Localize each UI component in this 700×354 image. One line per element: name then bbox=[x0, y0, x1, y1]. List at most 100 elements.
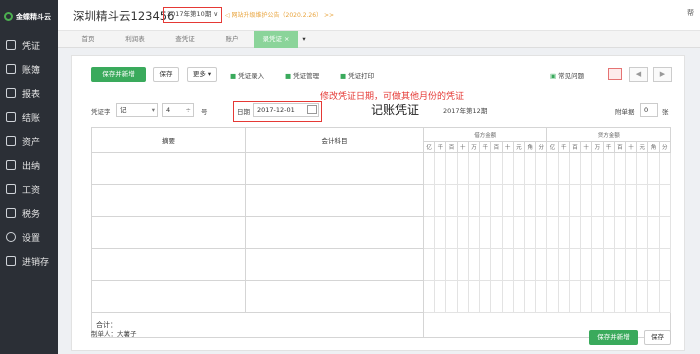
tab-home[interactable]: 首页 bbox=[66, 31, 110, 48]
credit-amount-cell[interactable] bbox=[647, 280, 660, 313]
credit-amount-cell[interactable] bbox=[624, 280, 638, 313]
credit-amount-cell[interactable] bbox=[580, 152, 593, 185]
debit-amount-cell[interactable] bbox=[512, 248, 525, 281]
debit-amount-cell[interactable] bbox=[445, 248, 458, 281]
notice-link[interactable]: ◁ 网站升级维护公告（2020.2.26） >> bbox=[225, 10, 334, 19]
debit-amount-cell[interactable] bbox=[523, 216, 537, 249]
debit-amount-cell[interactable] bbox=[456, 184, 469, 217]
debit-amount-cell[interactable] bbox=[512, 152, 525, 185]
credit-amount-cell[interactable] bbox=[613, 280, 626, 313]
debit-amount-cell[interactable] bbox=[434, 216, 447, 249]
credit-amount-cell[interactable] bbox=[568, 216, 582, 249]
credit-amount-cell[interactable] bbox=[602, 216, 615, 249]
debit-amount-cell[interactable] bbox=[479, 184, 492, 217]
debit-amount-cell[interactable] bbox=[422, 184, 436, 217]
debit-amount-cell[interactable] bbox=[535, 280, 548, 313]
credit-amount-cell[interactable] bbox=[557, 184, 570, 217]
debit-amount-cell[interactable] bbox=[434, 184, 447, 217]
debit-amount-cell[interactable] bbox=[512, 216, 525, 249]
credit-amount-cell[interactable] bbox=[624, 248, 638, 281]
debit-amount-cell[interactable] bbox=[479, 216, 492, 249]
credit-amount-cell[interactable] bbox=[580, 248, 593, 281]
credit-amount-cell[interactable] bbox=[624, 216, 638, 249]
next-voucher-button[interactable]: ▶ bbox=[653, 67, 672, 82]
credit-amount-cell[interactable] bbox=[658, 152, 672, 185]
credit-amount-cell[interactable] bbox=[546, 216, 559, 249]
sidebar-item-closing[interactable]: 结账 bbox=[0, 105, 58, 129]
sidebar-item-inventory[interactable]: 进销存 bbox=[0, 249, 58, 273]
save-button-bottom[interactable]: 保存 bbox=[644, 330, 671, 345]
credit-amount-cell[interactable] bbox=[557, 152, 570, 185]
debit-amount-cell[interactable] bbox=[456, 248, 469, 281]
credit-amount-cell[interactable] bbox=[591, 152, 604, 185]
credit-amount-cell[interactable] bbox=[568, 152, 582, 185]
credit-amount-cell[interactable] bbox=[647, 248, 660, 281]
sidebar-item-reports[interactable]: 报表 bbox=[0, 81, 58, 105]
debit-amount-cell[interactable] bbox=[434, 152, 447, 185]
debit-amount-cell[interactable] bbox=[456, 216, 469, 249]
credit-amount-cell[interactable] bbox=[647, 152, 660, 185]
credit-amount-cell[interactable] bbox=[647, 184, 660, 217]
debit-amount-cell[interactable] bbox=[535, 152, 548, 185]
credit-amount-cell[interactable] bbox=[591, 248, 604, 281]
tab-income-statement[interactable]: 利润表 bbox=[110, 31, 160, 48]
debit-amount-cell[interactable] bbox=[535, 184, 548, 217]
account-cell[interactable] bbox=[245, 280, 424, 313]
credit-amount-cell[interactable] bbox=[636, 184, 649, 217]
credit-amount-cell[interactable] bbox=[624, 152, 638, 185]
debit-amount-cell[interactable] bbox=[523, 152, 537, 185]
debit-amount-cell[interactable] bbox=[512, 280, 525, 313]
tab-enter-voucher[interactable]: 录凭证 × bbox=[254, 31, 298, 48]
more-button[interactable]: 更多 ▾ bbox=[187, 67, 217, 82]
calendar-icon[interactable] bbox=[307, 105, 317, 114]
calculator-icon[interactable] bbox=[608, 68, 622, 80]
debit-amount-cell[interactable] bbox=[479, 280, 492, 313]
credit-amount-cell[interactable] bbox=[613, 152, 626, 185]
debit-amount-cell[interactable] bbox=[490, 152, 503, 185]
account-cell[interactable] bbox=[245, 184, 424, 217]
sidebar-item-payroll[interactable]: 工资 bbox=[0, 177, 58, 201]
voucher-number-input[interactable]: 4 ÷ bbox=[162, 103, 194, 117]
sidebar-item-voucher[interactable]: 凭证 bbox=[0, 33, 58, 57]
sidebar-item-settings[interactable]: 设置 bbox=[0, 225, 58, 249]
debit-amount-cell[interactable] bbox=[535, 216, 548, 249]
debit-amount-cell[interactable] bbox=[479, 152, 492, 185]
debit-amount-cell[interactable] bbox=[467, 248, 481, 281]
debit-amount-cell[interactable] bbox=[490, 184, 503, 217]
save-button[interactable]: 保存 bbox=[153, 67, 179, 82]
credit-amount-cell[interactable] bbox=[613, 216, 626, 249]
debit-amount-cell[interactable] bbox=[422, 216, 436, 249]
voucher-print-link[interactable]: ■ 凭证打印 bbox=[340, 70, 374, 80]
summary-cell[interactable] bbox=[91, 152, 246, 185]
credit-amount-cell[interactable] bbox=[636, 280, 649, 313]
attachment-count-input[interactable]: 0 bbox=[640, 103, 658, 117]
summary-cell[interactable] bbox=[91, 280, 246, 313]
credit-amount-cell[interactable] bbox=[658, 248, 672, 281]
credit-amount-cell[interactable] bbox=[658, 184, 672, 217]
credit-amount-cell[interactable] bbox=[591, 216, 604, 249]
credit-amount-cell[interactable] bbox=[568, 248, 582, 281]
credit-amount-cell[interactable] bbox=[580, 184, 593, 217]
credit-amount-cell[interactable] bbox=[658, 216, 672, 249]
debit-amount-cell[interactable] bbox=[445, 280, 458, 313]
sidebar-item-tax[interactable]: 税务 bbox=[0, 201, 58, 225]
sidebar-item-cashier[interactable]: 出纳 bbox=[0, 153, 58, 177]
summary-cell[interactable] bbox=[91, 216, 246, 249]
debit-amount-cell[interactable] bbox=[501, 184, 514, 217]
credit-amount-cell[interactable] bbox=[580, 280, 593, 313]
summary-cell[interactable] bbox=[91, 184, 246, 217]
debit-amount-cell[interactable] bbox=[445, 152, 458, 185]
voucher-manage-link[interactable]: ■ 凭证管理 bbox=[285, 70, 319, 80]
summary-cell[interactable] bbox=[91, 248, 246, 281]
credit-amount-cell[interactable] bbox=[546, 280, 559, 313]
debit-amount-cell[interactable] bbox=[467, 216, 481, 249]
credit-amount-cell[interactable] bbox=[557, 248, 570, 281]
debit-amount-cell[interactable] bbox=[422, 280, 436, 313]
debit-amount-cell[interactable] bbox=[434, 280, 447, 313]
credit-amount-cell[interactable] bbox=[602, 280, 615, 313]
period-selector[interactable]: 2017年第10期 ∨ bbox=[163, 7, 223, 23]
help-link[interactable]: 帮 bbox=[687, 8, 694, 18]
sidebar-item-assets[interactable]: 资产 bbox=[0, 129, 58, 153]
debit-amount-cell[interactable] bbox=[422, 152, 436, 185]
credit-amount-cell[interactable] bbox=[602, 152, 615, 185]
